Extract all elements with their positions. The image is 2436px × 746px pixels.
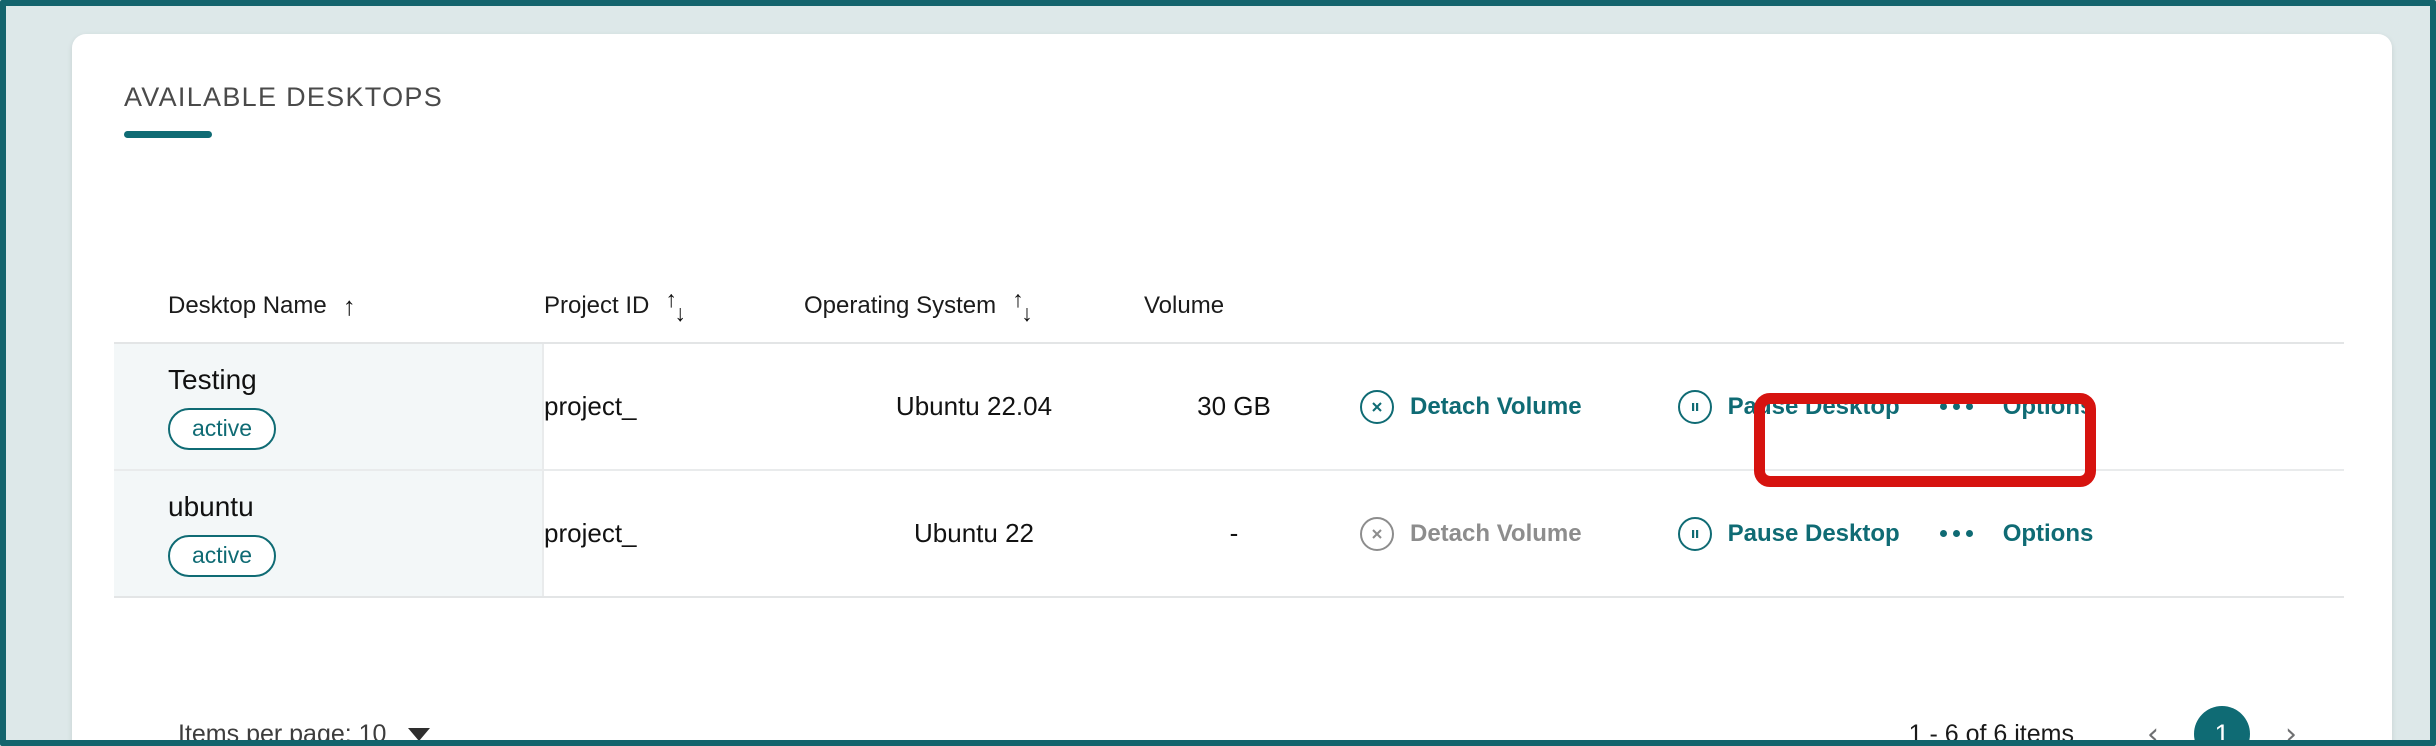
column-label: Project ID [544,292,650,319]
table-footer: Items per page: 10 1 - 6 of 6 items ‹ 1 … [114,694,2344,746]
circle-x-icon [1360,389,1394,424]
detach-volume-button[interactable]: Detach Volume [1350,382,1592,432]
pagination-range-label: 1 - 6 of 6 items [1908,719,2074,746]
desktop-name-text: Testing [168,363,257,395]
table-row: Testing active project_ Ubuntu 22.04 30 … [114,344,2344,471]
items-per-page-label: Items per page: 10 [178,719,387,746]
sort-arrows-icon[interactable]: ↑ [342,290,356,321]
title-underline-accent [124,131,212,138]
detach-volume-button: Detach Volume [1350,509,1592,559]
pagination: 1 - 6 of 6 items ‹ 1 › [1908,706,2318,746]
items-per-page-select[interactable]: Items per page: 10 [178,719,431,746]
cell-actions: Detach Volume Pause Desktop Options [1324,344,2344,469]
page-number-1[interactable]: 1 [2194,706,2250,740]
column-label: Desktop Name [168,292,327,319]
column-header-operating-system[interactable]: Operating System ↑ ↓ [804,287,1144,326]
cell-project-id: project_ [544,518,637,548]
sort-arrows-icon[interactable]: ↑ ↓ [665,287,686,326]
cell-volume: - [1229,518,1239,548]
ellipsis-dot [1952,403,1960,410]
column-header-desktop-name[interactable]: Desktop Name ↑ [114,292,544,320]
table-header-row: Desktop Name ↑ Project ID ↑ ↓ Operating … [114,270,2344,344]
cell-desktop-name: Testing active [114,344,544,469]
ellipsis-dot [1939,530,1947,537]
detach-volume-label: Detach Volume [1410,392,1582,420]
ellipsis-icon[interactable] [1939,403,1973,410]
circle-x-icon [1360,516,1394,551]
pause-desktop-button[interactable]: Pause Desktop [1668,509,1910,559]
ellipsis-dot [1939,403,1947,410]
chevron-down-icon [408,727,431,740]
section-header: AVAILABLE DESKTOPS [124,82,443,138]
sort-arrows-icon[interactable]: ↑ ↓ [1012,287,1033,326]
cell-actions: Detach Volume Pause Desktop Options [1324,471,2344,596]
options-button[interactable]: Options [1993,385,2104,429]
circle-pause-icon [1677,516,1712,551]
ellipsis-dot [1965,530,1973,537]
available-desktops-card: AVAILABLE DESKTOPS Desktop Name ↑ Projec… [72,34,2392,746]
column-label: Volume [1144,292,1225,319]
options-label: Options [2002,519,2094,547]
cell-project-id: project_ [544,391,637,421]
options-button[interactable]: Options [1993,512,2104,556]
previous-page-button[interactable]: ‹ [2126,707,2180,741]
column-header-project-id[interactable]: Project ID ↑ ↓ [544,287,804,326]
detach-volume-label: Detach Volume [1410,519,1582,547]
ellipsis-dot [1965,403,1973,410]
status-badge: active [168,407,277,450]
ellipsis-dot [1952,530,1960,537]
pause-desktop-label: Pause Desktop [1727,519,1900,547]
column-header-volume: Volume [1144,292,1324,320]
browser-viewport: AVAILABLE DESKTOPS Desktop Name ↑ Projec… [0,0,2436,746]
sort-arrow-down: ↓ [1021,300,1033,326]
sort-arrow-down: ↓ [674,300,686,326]
sort-arrow-up: ↑ [342,290,356,321]
pause-desktop-label: Pause Desktop [1727,392,1900,420]
desktops-table: Desktop Name ↑ Project ID ↑ ↓ Operating … [114,270,2344,598]
page-title: AVAILABLE DESKTOPS [124,82,444,112]
pause-desktop-button[interactable]: Pause Desktop [1668,382,1910,432]
cell-operating-system: Ubuntu 22 [914,518,1034,548]
cell-desktop-name: ubuntu active [114,471,544,596]
desktop-name-text: ubuntu [168,490,254,522]
options-label: Options [2002,392,2094,420]
table-row: ubuntu active project_ Ubuntu 22 - Detac… [114,471,2344,598]
column-label: Operating System [804,292,997,319]
circle-pause-icon [1677,389,1712,424]
cell-volume: 30 GB [1197,391,1271,421]
status-badge: active [168,534,277,577]
ellipsis-icon[interactable] [1939,530,1973,537]
cell-operating-system: Ubuntu 22.04 [895,391,1053,421]
next-page-button[interactable]: › [2264,707,2318,741]
